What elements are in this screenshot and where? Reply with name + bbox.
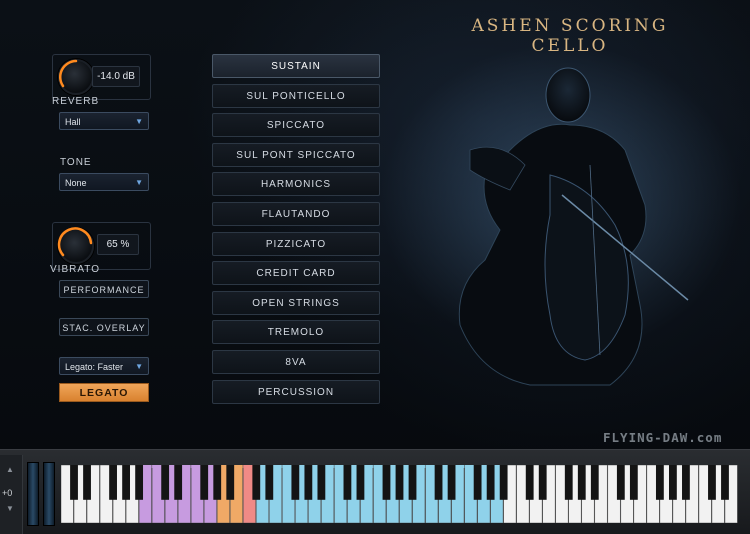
chevron-down-icon: ▼: [135, 178, 143, 187]
vibrato-knob[interactable]: [57, 227, 94, 264]
piano-keyboard[interactable]: [61, 465, 738, 523]
black-key[interactable]: [226, 465, 235, 500]
black-key[interactable]: [538, 465, 547, 500]
black-key[interactable]: [577, 465, 586, 500]
mod-wheel[interactable]: [43, 462, 55, 526]
black-key[interactable]: [668, 465, 677, 500]
black-key[interactable]: [161, 465, 170, 500]
instrument-title: ASHEN SCORING CELLO: [471, 16, 669, 56]
black-key[interactable]: [682, 465, 690, 500]
articulation-button[interactable]: TREMOLO: [212, 320, 380, 345]
reverb-knob[interactable]: [58, 59, 94, 95]
black-key[interactable]: [83, 465, 91, 500]
black-key[interactable]: [317, 465, 326, 500]
black-key[interactable]: [447, 465, 456, 500]
reverb-arc-icon: [58, 59, 78, 88]
black-key[interactable]: [655, 465, 664, 500]
articulation-button[interactable]: SUL PONT SPICCATO: [212, 142, 380, 167]
black-key[interactable]: [265, 465, 274, 500]
performance-button[interactable]: PERFORMANCE: [59, 280, 149, 298]
black-key[interactable]: [252, 465, 261, 500]
black-key[interactable]: [721, 465, 729, 500]
black-key[interactable]: [304, 465, 313, 500]
chevron-down-icon: ▼: [135, 362, 143, 371]
articulation-button[interactable]: FLAUTANDO: [212, 202, 380, 226]
stac-overlay-button[interactable]: STAC. OVERLAY: [59, 318, 149, 336]
black-key[interactable]: [382, 465, 391, 500]
vibrato-value[interactable]: 65 %: [97, 234, 139, 255]
black-key[interactable]: [213, 465, 222, 500]
cellist-image: [458, 67, 689, 386]
black-key[interactable]: [408, 465, 417, 500]
reverb-label: REVERB: [52, 96, 100, 107]
black-key[interactable]: [174, 465, 183, 500]
black-key[interactable]: [122, 465, 131, 500]
tone-value: None: [65, 178, 87, 188]
black-key[interactable]: [564, 465, 573, 500]
transpose-down-icon[interactable]: ▼: [6, 504, 14, 513]
black-key[interactable]: [356, 465, 365, 500]
vibrato-arc-icon: [57, 227, 93, 257]
black-key[interactable]: [434, 465, 443, 500]
transpose-up-icon[interactable]: ▲: [6, 465, 14, 474]
articulation-button[interactable]: PIZZICATO: [212, 231, 380, 256]
black-key[interactable]: [343, 465, 352, 500]
tone-label: TONE: [60, 157, 92, 168]
watermark: FLYING-DAW.com: [603, 430, 723, 445]
black-key[interactable]: [486, 465, 495, 500]
articulation-button[interactable]: OPEN STRINGS: [212, 290, 380, 315]
articulation-button[interactable]: SPICCATO: [212, 113, 380, 138]
instrument-window: { "title": "ASHEN SCORING CELLO", "rever…: [0, 0, 750, 534]
black-key[interactable]: [525, 465, 534, 500]
black-key[interactable]: [629, 465, 638, 500]
articulation-button[interactable]: PERCUSSION: [212, 379, 380, 404]
articulation-button[interactable]: SUL PONTICELLO: [212, 83, 380, 108]
black-key[interactable]: [590, 465, 599, 500]
black-key[interactable]: [200, 465, 209, 500]
black-key[interactable]: [135, 465, 144, 500]
articulation-button[interactable]: CREDIT CARD: [212, 261, 380, 286]
articulation-button[interactable]: SUSTAIN: [212, 54, 380, 78]
reverb-type-select[interactable]: Hall ▼: [59, 112, 149, 130]
black-key[interactable]: [499, 465, 508, 500]
black-key[interactable]: [616, 465, 625, 500]
articulation-button[interactable]: 8VA: [212, 350, 380, 374]
black-key[interactable]: [395, 465, 404, 500]
black-key[interactable]: [291, 465, 300, 500]
pitch-wheel[interactable]: [27, 462, 39, 526]
articulation-button[interactable]: HARMONICS: [212, 172, 380, 197]
chevron-down-icon: ▼: [135, 117, 143, 126]
black-key[interactable]: [109, 465, 117, 500]
black-key[interactable]: [708, 465, 716, 500]
reverb-type-value: Hall: [65, 117, 81, 127]
black-key[interactable]: [473, 465, 482, 500]
transpose-value: +0: [2, 488, 13, 498]
legato-button[interactable]: LEGATO: [59, 383, 149, 402]
vibrato-label: VIBRATO: [50, 264, 100, 275]
black-key[interactable]: [70, 465, 78, 500]
tone-select[interactable]: None ▼: [59, 173, 149, 191]
legato-mode-value: Legato: Faster: [65, 362, 124, 372]
legato-mode-select[interactable]: Legato: Faster ▼: [59, 357, 149, 375]
reverb-value[interactable]: -14.0 dB: [92, 66, 140, 87]
